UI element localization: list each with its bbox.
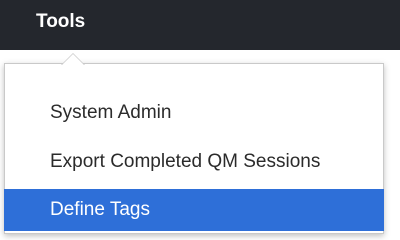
tools-menu-button[interactable]: Tools (20, 0, 100, 50)
menu-item-system-admin[interactable]: System Admin (16, 98, 380, 128)
menu-item-define-tags[interactable]: Define Tags (4, 189, 384, 231)
top-navbar: Tools (0, 0, 400, 50)
menu-item-export-completed-qm-sessions[interactable]: Export Completed QM Sessions (16, 147, 380, 177)
dropdown-caret (61, 54, 85, 66)
tools-menu-label: Tools (36, 11, 86, 32)
